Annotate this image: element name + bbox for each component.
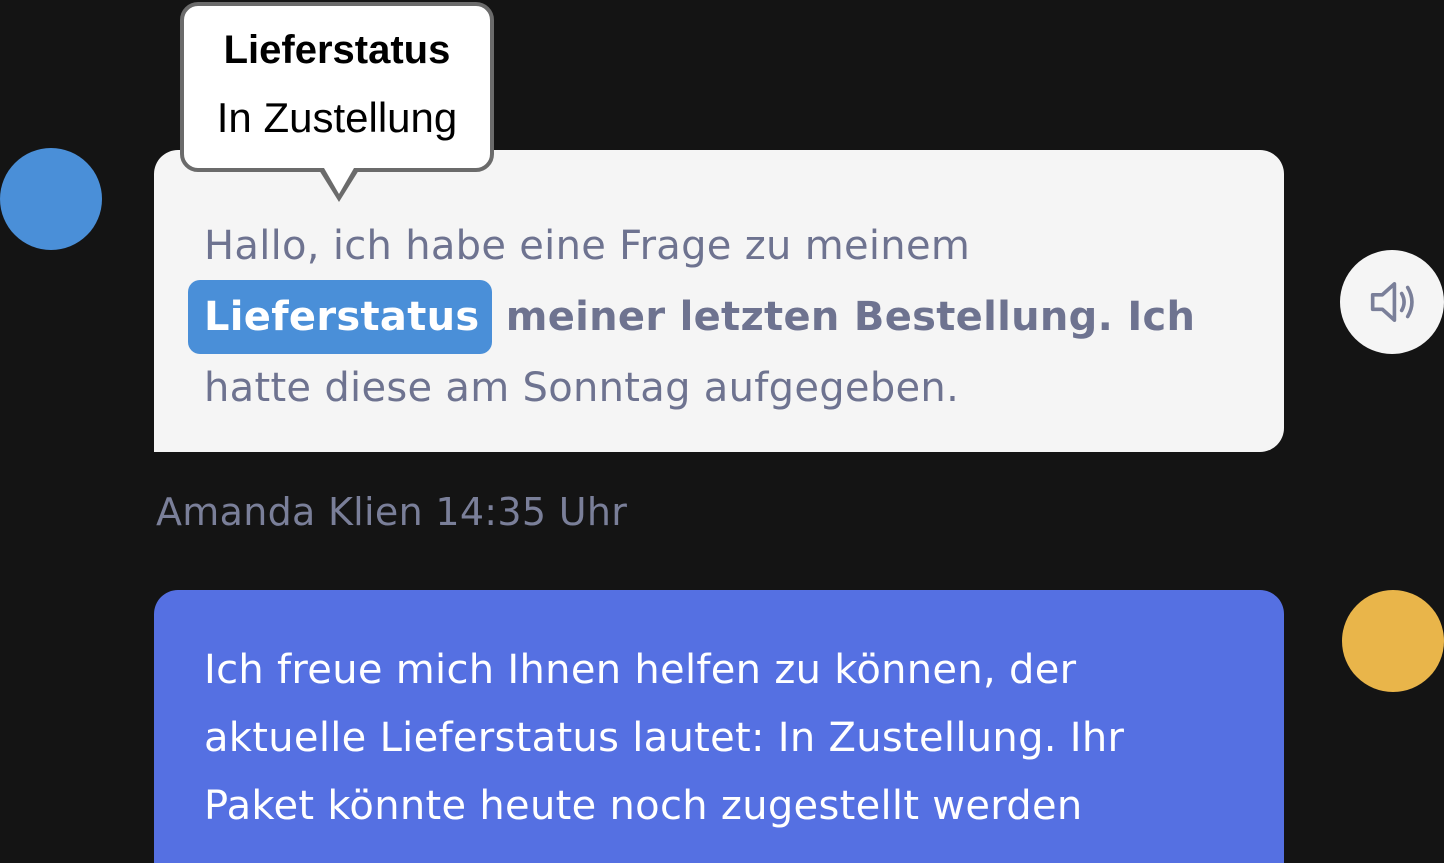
keyword-tooltip: Lieferstatus In Zustellung — [180, 2, 494, 202]
bot-message-line-2: aktuelle Lieferstatus lautet: In Zustell… — [204, 715, 1125, 761]
tooltip-title: Lieferstatus — [223, 28, 451, 72]
message-author-timestamp: Amanda Klien 14:35 Uhr — [156, 490, 628, 534]
user-message-line-3: hatte diese am Sonntag aufgegeben. — [204, 365, 960, 411]
read-aloud-button[interactable] — [1340, 250, 1444, 354]
bot-message-bubble: Ich freue mich Ihnen helfen zu können, d… — [154, 590, 1284, 863]
tooltip-value: In Zustellung — [216, 94, 458, 141]
user-message-line-2: meiner letzten Bestellung. Ich — [491, 294, 1196, 340]
user-message-line-1: Hallo, ich habe eine Frage zu meinem — [204, 223, 971, 269]
user-message-text: Hallo, ich habe eine Frage zu meinem Lie… — [188, 212, 1244, 422]
bot-message-text: Ich freue mich Ihnen helfen zu können, d… — [204, 636, 1244, 840]
chat-view: Hallo, ich habe eine Frage zu meinem Lie… — [0, 0, 1444, 863]
highlighted-keyword-lieferstatus[interactable]: Lieferstatus — [188, 280, 492, 354]
bot-message-line-3: Paket könnte heute noch zugestellt werde… — [204, 783, 1083, 829]
bot-message-line-1: Ich freue mich Ihnen helfen zu können, d… — [204, 647, 1077, 693]
user-avatar — [0, 148, 102, 250]
speaker-icon — [1370, 282, 1414, 322]
tooltip-pointer-fill — [324, 168, 354, 194]
bot-avatar — [1342, 590, 1444, 692]
